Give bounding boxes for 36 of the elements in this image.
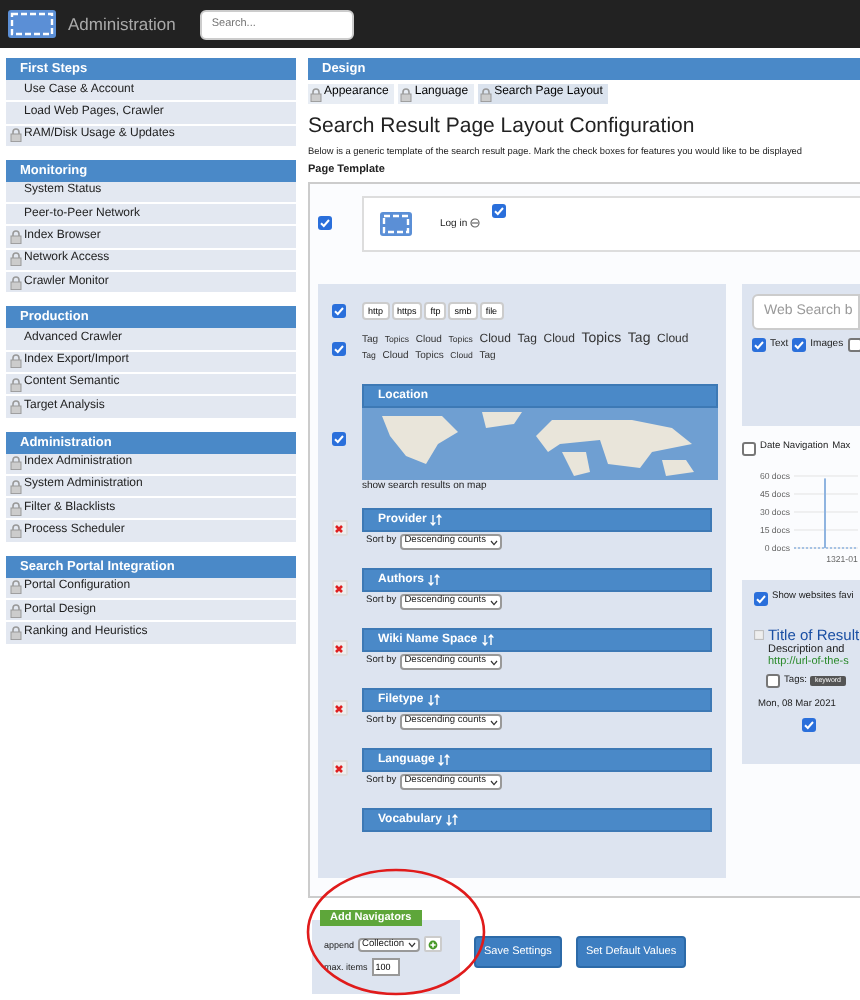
padlock-icon [480, 87, 493, 101]
add-button[interactable] [424, 936, 443, 953]
caret-icon [490, 779, 499, 786]
close-icon [334, 763, 344, 774]
logo-icon [8, 8, 56, 40]
padlock-icon [400, 87, 413, 101]
caret-icon [490, 599, 499, 606]
login-icon [470, 218, 481, 228]
sort-icon [427, 694, 440, 707]
caret-icon [490, 659, 499, 666]
close-icon [334, 643, 344, 654]
sort-icon [438, 754, 451, 767]
logo-icon [380, 209, 412, 238]
remove-button[interactable] [331, 520, 347, 537]
close-icon [334, 703, 344, 714]
checkbox[interactable] [742, 441, 756, 456]
sort-icon [428, 574, 440, 587]
sort-icon [481, 634, 494, 647]
app-title: Administration [68, 13, 176, 35]
checkbox[interactable] [766, 674, 780, 689]
remove-button[interactable] [331, 580, 347, 597]
remove-button[interactable] [331, 760, 347, 777]
caret-icon [408, 941, 417, 948]
close-icon [334, 583, 344, 594]
remove-button[interactable] [331, 700, 347, 717]
close-icon [334, 523, 344, 534]
remove-button[interactable] [331, 640, 347, 657]
page-title: Search Result Page Layout Configuration [308, 114, 697, 140]
favicon-icon [754, 629, 764, 640]
sort-icon [430, 514, 443, 527]
checkbox[interactable] [847, 337, 860, 352]
caret-icon [490, 539, 499, 546]
sort-icon [445, 814, 458, 827]
padlock-icon [310, 87, 322, 101]
gear-icon [428, 939, 439, 950]
caret-icon [490, 719, 499, 726]
